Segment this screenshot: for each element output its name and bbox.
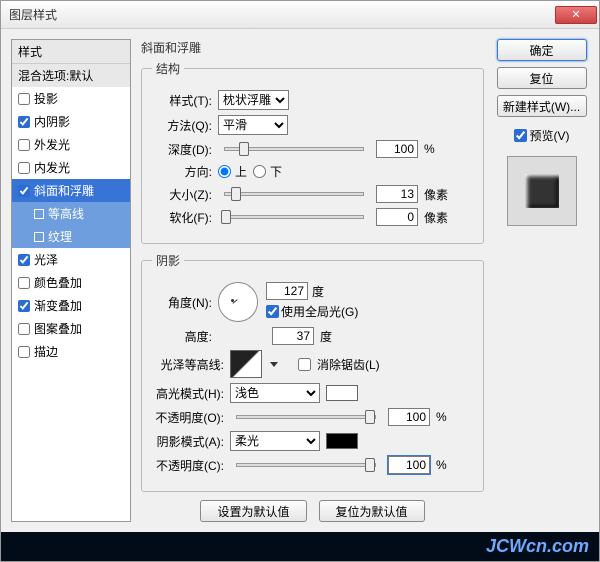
list-item-color-overlay[interactable]: 颜色叠加	[12, 271, 130, 294]
list-item-bevel-emboss[interactable]: 斜面和浮雕	[12, 179, 130, 202]
size-slider[interactable]	[224, 192, 364, 196]
structure-legend: 结构	[152, 60, 184, 77]
altitude-input[interactable]	[272, 327, 314, 345]
list-item-contour[interactable]: 等高线	[12, 202, 130, 225]
highlight-opacity-slider[interactable]	[236, 415, 376, 419]
sub-box-icon	[34, 209, 44, 219]
ok-button[interactable]: 确定	[497, 39, 587, 61]
global-light-checkbox[interactable]	[266, 305, 279, 318]
titlebar[interactable]: 图层样式 ✕	[1, 1, 599, 29]
checkbox[interactable]	[18, 139, 30, 151]
altitude-label: 高度:	[152, 328, 212, 345]
depth-slider[interactable]	[224, 147, 364, 151]
action-panel: 确定 复位 新建样式(W)... 预览(V)	[494, 39, 589, 522]
shadow-color-swatch[interactable]	[326, 433, 358, 449]
preview-checkbox[interactable]	[514, 129, 527, 142]
preview-thumbnail	[525, 174, 559, 208]
checkbox[interactable]	[18, 323, 30, 335]
checkbox[interactable]	[18, 346, 30, 358]
close-button[interactable]: ✕	[555, 6, 597, 24]
checkbox[interactable]	[18, 277, 30, 289]
list-item-stroke[interactable]: 描边	[12, 340, 130, 363]
section-title: 斜面和浮雕	[141, 39, 484, 56]
checkbox[interactable]	[18, 93, 30, 105]
soften-label: 软化(F):	[152, 209, 212, 226]
angle-input[interactable]	[266, 282, 308, 300]
gloss-contour-picker[interactable]	[230, 350, 262, 378]
method-select[interactable]: 平滑	[218, 115, 288, 135]
depth-label: 深度(D):	[152, 141, 212, 158]
watermark-text: JCWcn.com	[1, 532, 599, 561]
list-item-inner-shadow[interactable]: 内阴影	[12, 110, 130, 133]
gloss-label: 光泽等高线:	[152, 356, 224, 373]
styles-list: 样式 混合选项:默认 投影 内阴影 外发光 内发光 斜面和浮雕 等高线 纹理 光…	[11, 39, 131, 522]
shadow-opacity-slider[interactable]	[236, 463, 376, 467]
set-default-button[interactable]: 设置为默认值	[200, 500, 306, 522]
size-label: 大小(Z):	[152, 186, 212, 203]
soften-input[interactable]	[376, 208, 418, 226]
shading-group: 阴影 角度(N): 度	[141, 252, 484, 492]
list-item-texture[interactable]: 纹理	[12, 225, 130, 248]
reset-default-button[interactable]: 复位为默认值	[319, 500, 425, 522]
highlight-opacity-label: 不透明度(O):	[152, 409, 224, 426]
structure-group: 结构 样式(T): 枕状浮雕 方法(Q): 平滑 深度(D): % 方向:	[141, 60, 484, 244]
settings-panel: 斜面和浮雕 结构 样式(T): 枕状浮雕 方法(Q): 平滑 深度(D): %	[141, 39, 484, 522]
angle-dial[interactable]	[218, 282, 258, 322]
direction-down-radio[interactable]	[253, 165, 266, 178]
dialog-title: 图层样式	[9, 6, 555, 23]
soften-slider[interactable]	[224, 215, 364, 219]
layer-style-dialog: 图层样式 ✕ 样式 混合选项:默认 投影 内阴影 外发光 内发光 斜面和浮雕 等…	[0, 0, 600, 562]
checkbox[interactable]	[18, 116, 30, 128]
checkbox[interactable]	[18, 185, 30, 197]
style-label: 样式(T):	[152, 92, 212, 109]
list-item-outer-glow[interactable]: 外发光	[12, 133, 130, 156]
cancel-button[interactable]: 复位	[497, 67, 587, 89]
size-unit: 像素	[424, 186, 448, 203]
antialias-checkbox[interactable]	[298, 358, 311, 371]
chevron-down-icon[interactable]	[270, 362, 278, 367]
shadow-opacity-label: 不透明度(C):	[152, 457, 224, 474]
list-item-inner-glow[interactable]: 内发光	[12, 156, 130, 179]
shading-legend: 阴影	[152, 252, 184, 269]
method-label: 方法(Q):	[152, 117, 212, 134]
depth-unit: %	[424, 142, 435, 156]
highlight-opacity-input[interactable]	[388, 408, 430, 426]
new-style-button[interactable]: 新建样式(W)...	[497, 95, 587, 117]
sub-box-icon	[34, 232, 44, 242]
list-item-pattern-overlay[interactable]: 图案叠加	[12, 317, 130, 340]
soften-unit: 像素	[424, 209, 448, 226]
checkbox[interactable]	[18, 254, 30, 266]
preview-box	[507, 156, 577, 226]
size-input[interactable]	[376, 185, 418, 203]
list-item-satin[interactable]: 光泽	[12, 248, 130, 271]
shadow-mode-select[interactable]: 柔光	[230, 431, 320, 451]
blend-options-item[interactable]: 混合选项:默认	[12, 64, 130, 87]
shadow-opacity-input[interactable]	[388, 456, 430, 474]
depth-input[interactable]	[376, 140, 418, 158]
direction-up-radio[interactable]	[218, 165, 231, 178]
highlight-mode-select[interactable]: 浅色	[230, 383, 320, 403]
list-item-drop-shadow[interactable]: 投影	[12, 87, 130, 110]
list-item-gradient-overlay[interactable]: 渐变叠加	[12, 294, 130, 317]
styles-header: 样式	[12, 40, 130, 64]
angle-label: 角度(N):	[152, 294, 212, 311]
highlight-mode-label: 高光模式(H):	[152, 385, 224, 402]
checkbox[interactable]	[18, 300, 30, 312]
style-select[interactable]: 枕状浮雕	[218, 90, 289, 110]
direction-label: 方向:	[152, 163, 212, 180]
shadow-mode-label: 阴影模式(A):	[152, 433, 224, 450]
checkbox[interactable]	[18, 162, 30, 174]
highlight-color-swatch[interactable]	[326, 385, 358, 401]
